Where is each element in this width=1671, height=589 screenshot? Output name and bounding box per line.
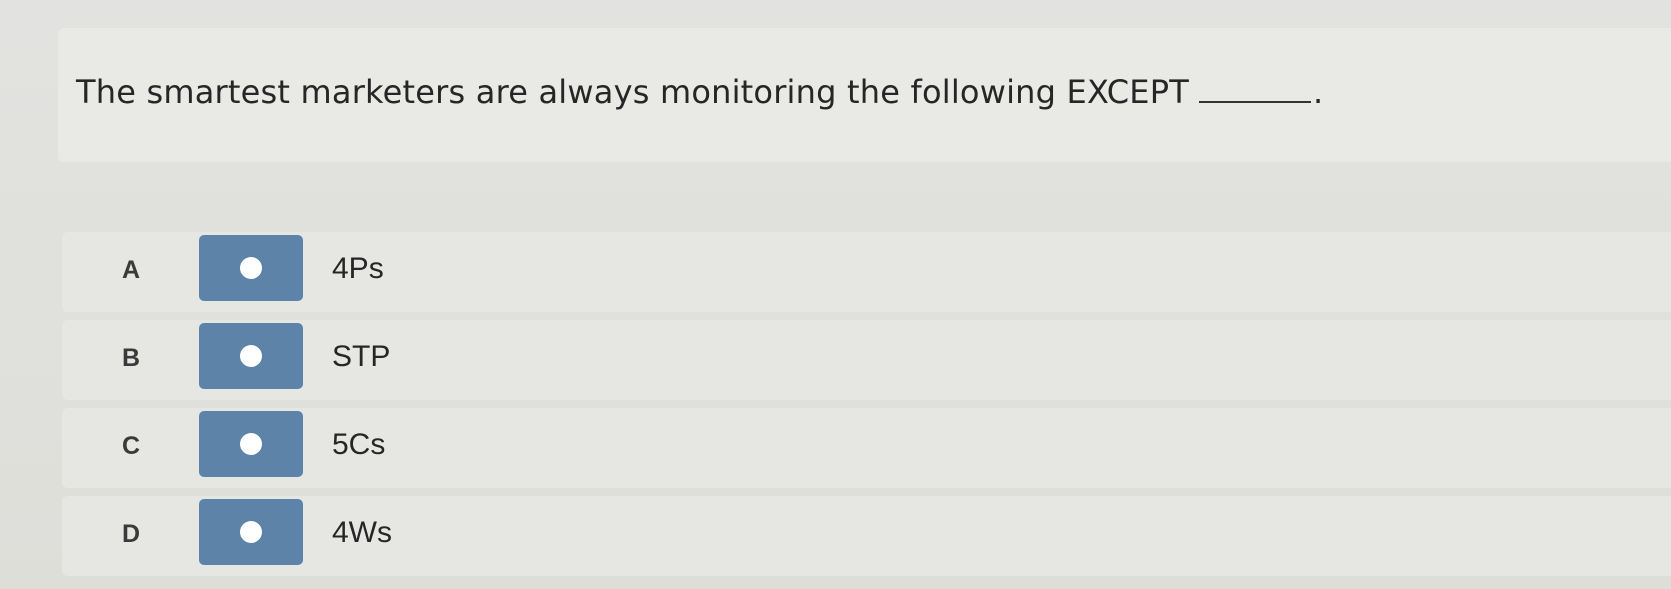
radio-button-d[interactable] bbox=[199, 499, 303, 565]
question-prompt: The smartest marketers are always monito… bbox=[76, 73, 1323, 111]
radio-button-c[interactable] bbox=[199, 411, 303, 477]
option-label: 5Cs bbox=[332, 428, 386, 461]
option-letter: C bbox=[122, 432, 141, 460]
radio-button-a[interactable] bbox=[199, 235, 303, 301]
question-text: The smartest marketers are always monito… bbox=[76, 73, 1189, 111]
answer-blank bbox=[1198, 100, 1311, 103]
radio-dot-icon bbox=[240, 345, 262, 367]
radio-dot-icon bbox=[240, 521, 262, 543]
option-letter: A bbox=[122, 256, 141, 284]
option-label: STP bbox=[332, 340, 391, 373]
option-a[interactable]: A 4Ps bbox=[62, 232, 1671, 312]
option-letter: D bbox=[122, 520, 141, 548]
answer-options: A 4Ps B STP C 5Cs D 4Ws bbox=[62, 232, 1671, 584]
question-punctuation: . bbox=[1312, 73, 1324, 111]
option-b[interactable]: B STP bbox=[62, 320, 1671, 400]
question-card: The smartest marketers are always monito… bbox=[58, 28, 1671, 162]
option-label: 4Ps bbox=[332, 252, 384, 285]
quiz-page: The smartest marketers are always monito… bbox=[0, 0, 1671, 589]
radio-button-b[interactable] bbox=[199, 323, 303, 389]
option-label: 4Ws bbox=[332, 516, 392, 549]
radio-dot-icon bbox=[240, 433, 262, 455]
option-d[interactable]: D 4Ws bbox=[62, 496, 1671, 576]
option-c[interactable]: C 5Cs bbox=[62, 408, 1671, 488]
radio-dot-icon bbox=[240, 257, 262, 279]
option-letter: B bbox=[122, 344, 141, 372]
